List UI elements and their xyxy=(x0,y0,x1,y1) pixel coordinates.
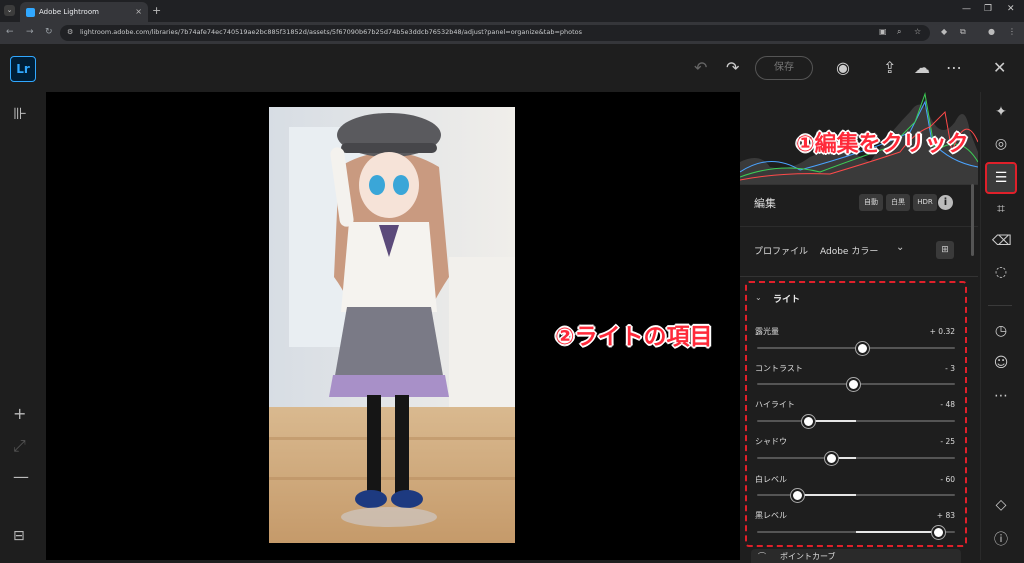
back-icon[interactable]: ← xyxy=(6,27,14,37)
lightroom-logo[interactable]: Lr xyxy=(10,56,36,82)
auto-button[interactable]: 自動 xyxy=(859,194,883,211)
contrast-slider[interactable] xyxy=(757,378,955,391)
new-tab-icon[interactable]: + xyxy=(152,4,161,17)
filmstrip-icon[interactable]: ⊟ xyxy=(13,528,25,544)
bw-button[interactable]: 白黒 xyxy=(886,194,910,211)
app-header xyxy=(0,44,1024,92)
slider-thumb[interactable] xyxy=(847,378,861,391)
cast-icon[interactable]: ▣ xyxy=(879,27,887,36)
more-icon[interactable]: ⋯ xyxy=(946,58,962,77)
hdr-button[interactable]: HDR xyxy=(913,194,937,211)
browser-tab[interactable]: Adobe Lightroom × xyxy=(20,2,148,22)
blacks-slider[interactable] xyxy=(757,526,955,539)
minimize-icon[interactable]: — xyxy=(962,4,971,14)
highlights-value[interactable]: - 48 xyxy=(940,400,955,409)
zoom-in-icon[interactable]: + xyxy=(13,404,26,423)
blacks-value[interactable]: + 83 xyxy=(937,511,955,520)
point-curve-label: ポイントカーブ xyxy=(780,552,836,561)
annotation-step2: ②ライトの項目 xyxy=(555,324,713,350)
highlights-label: ハイライト xyxy=(755,400,795,409)
curve-icon: ⌒ xyxy=(758,552,766,561)
annotation-step1: ①編集をクリック xyxy=(796,132,969,157)
fit-screen-icon[interactable]: ⤢ xyxy=(13,436,26,456)
crop-icon[interactable]: ⌗ xyxy=(992,201,1010,217)
zoom-out-icon[interactable]: — xyxy=(13,467,29,486)
bookmark-star-icon[interactable]: ☆ xyxy=(914,27,921,36)
share-icon[interactable]: ⇪ xyxy=(883,58,896,77)
slider-thumb[interactable] xyxy=(855,342,869,355)
profile-icon[interactable]: ● xyxy=(988,27,995,36)
light-section-highlight xyxy=(745,281,967,547)
chevron-down-icon[interactable]: ⌄ xyxy=(755,293,762,302)
photo-preview[interactable] xyxy=(269,107,515,543)
maximize-icon[interactable]: ❐ xyxy=(984,4,992,14)
slider-thumb[interactable] xyxy=(790,489,804,502)
profile-dropdown[interactable]: Adobe カラー xyxy=(820,244,878,257)
info-icon[interactable]: i xyxy=(938,195,953,210)
shadows-value[interactable]: - 25 xyxy=(940,437,955,446)
exposure-slider[interactable] xyxy=(757,342,955,355)
left-toolbar xyxy=(0,92,46,560)
tab-search-icon[interactable]: ⌄ xyxy=(4,5,15,16)
zoom-icon[interactable]: ⌕ xyxy=(897,27,901,37)
chevron-down-icon[interactable]: ⌄ xyxy=(896,242,904,253)
cloud-icon[interactable]: ☁ xyxy=(914,58,930,77)
reload-icon[interactable]: ↻ xyxy=(45,27,53,37)
highlights-slider[interactable] xyxy=(757,415,955,428)
slider-fill xyxy=(808,420,856,422)
contrast-value[interactable]: - 3 xyxy=(945,364,955,373)
slider-fill xyxy=(856,531,939,533)
edit-sliders-icon[interactable]: ☰ xyxy=(985,162,1017,194)
info-panel-icon[interactable]: ⓘ xyxy=(992,529,1010,549)
divider xyxy=(740,184,978,185)
window-close-icon[interactable]: ✕ xyxy=(1007,4,1015,14)
divider xyxy=(988,305,1012,306)
light-section-title[interactable]: ライト xyxy=(773,292,800,305)
compare-icon[interactable]: ⊪ xyxy=(13,104,27,123)
eye-icon[interactable]: ◉ xyxy=(836,58,850,77)
tab-title: Adobe Lightroom xyxy=(39,8,99,16)
divider xyxy=(740,276,978,277)
browser-menu-icon[interactable]: ⋮ xyxy=(1008,27,1016,36)
tag-icon[interactable]: ◇ xyxy=(992,497,1010,513)
lightroom-favicon-icon xyxy=(26,8,35,17)
exposure-label: 露光量 xyxy=(755,327,779,336)
extension-icon[interactable]: ◆ xyxy=(941,27,947,36)
site-info-icon[interactable]: ⚙ xyxy=(67,28,73,36)
profile-browser-icon[interactable]: ⊞ xyxy=(936,241,954,259)
presets-icon[interactable]: ◎ xyxy=(992,136,1010,152)
redo-icon[interactable]: ↷ xyxy=(726,58,739,77)
more-tools-icon[interactable]: ⋯ xyxy=(992,388,1010,404)
divider xyxy=(740,226,978,227)
close-editor-icon[interactable]: ✕ xyxy=(993,58,1006,77)
doll-photo-image xyxy=(269,107,515,543)
extensions-puzzle-icon[interactable]: ⧉ xyxy=(960,27,966,37)
exposure-value[interactable]: + 0.32 xyxy=(930,327,955,336)
profile-label: プロファイル xyxy=(754,247,809,257)
panel-scrollbar[interactable] xyxy=(971,184,974,256)
edit-title: 編集 xyxy=(754,197,776,210)
tab-close-icon[interactable]: × xyxy=(135,7,142,16)
contrast-label: コントラスト xyxy=(755,364,803,373)
auto-enhance-wand-icon[interactable]: ✦ xyxy=(992,104,1010,120)
shadows-slider[interactable] xyxy=(757,452,955,465)
masking-icon[interactable]: ◌ xyxy=(992,264,1010,280)
url-text: lightroom.adobe.com/libraries/7b74afe74e… xyxy=(80,28,583,36)
shadows-label: シャドウ xyxy=(755,437,787,446)
blacks-label: 黒レベル xyxy=(755,511,787,520)
save-button[interactable]: 保存 xyxy=(755,56,813,80)
slider-fill xyxy=(796,494,856,496)
forward-icon[interactable]: → xyxy=(26,27,34,37)
undo-icon[interactable]: ↶ xyxy=(694,58,707,77)
whites-slider[interactable] xyxy=(757,489,955,502)
community-icon[interactable]: ☺ xyxy=(992,355,1010,371)
whites-value[interactable]: - 60 xyxy=(940,475,955,484)
history-icon[interactable]: ◷ xyxy=(992,323,1010,339)
whites-label: 白レベル xyxy=(755,475,787,484)
eraser-icon[interactable]: ⌫ xyxy=(992,233,1012,249)
